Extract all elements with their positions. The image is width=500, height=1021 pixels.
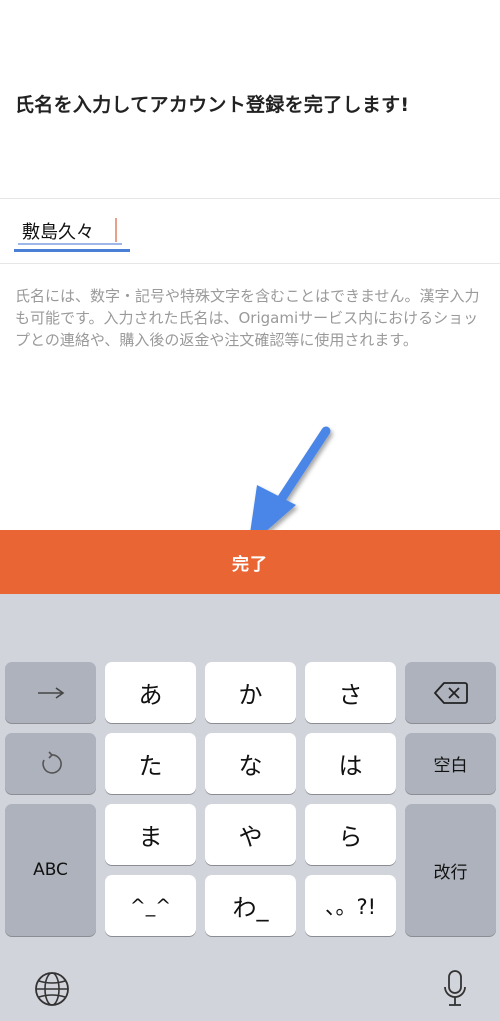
top-divider bbox=[0, 198, 500, 199]
enter-key[interactable]: 改行 bbox=[405, 804, 496, 936]
page-title: 氏名を入力してアカウント登録を完了します! bbox=[15, 94, 410, 116]
arrow-right-icon bbox=[36, 686, 66, 700]
text-caret bbox=[115, 218, 117, 242]
ime-underline bbox=[18, 243, 122, 245]
key-punctuation[interactable]: 、。?! bbox=[305, 875, 396, 936]
backspace-icon bbox=[433, 681, 468, 704]
key-sa[interactable]: さ bbox=[305, 662, 396, 723]
next-candidate-key[interactable] bbox=[5, 662, 96, 723]
name-input-value: 敷島久々 bbox=[22, 222, 94, 243]
undo-key[interactable] bbox=[5, 733, 96, 794]
key-wa[interactable]: わ_ bbox=[205, 875, 296, 936]
name-notice: 氏名には、数字・記号や特殊文字を含むことはできません。漢字入力も可能です。入力さ… bbox=[15, 287, 480, 349]
key-ha[interactable]: は bbox=[305, 733, 396, 794]
done-button[interactable]: 完了 bbox=[0, 530, 500, 594]
name-input[interactable]: 敷島久々 bbox=[14, 208, 130, 252]
japanese-keyboard: あ か さ た な は 空白 ABC ま や ら 改行 ^_^ わ_ 、。?! bbox=[0, 594, 500, 1021]
key-kaomoji[interactable]: ^_^ bbox=[105, 875, 196, 936]
delete-key[interactable] bbox=[405, 662, 496, 723]
abc-key[interactable]: ABC bbox=[5, 804, 96, 936]
key-a[interactable]: あ bbox=[105, 662, 196, 723]
undo-icon bbox=[38, 750, 64, 777]
globe-icon[interactable] bbox=[34, 971, 70, 1011]
key-ka[interactable]: か bbox=[205, 662, 296, 723]
registration-screen: 氏名を入力してアカウント登録を完了します! 敷島久々 氏名には、数字・記号や特殊… bbox=[0, 0, 500, 1021]
key-ra[interactable]: ら bbox=[305, 804, 396, 865]
key-ma[interactable]: ま bbox=[105, 804, 196, 865]
microphone-icon[interactable] bbox=[443, 969, 467, 1013]
bottom-divider bbox=[0, 263, 500, 264]
key-ya[interactable]: や bbox=[205, 804, 296, 865]
key-na[interactable]: な bbox=[205, 733, 296, 794]
space-key[interactable]: 空白 bbox=[405, 733, 496, 794]
key-ta[interactable]: た bbox=[105, 733, 196, 794]
